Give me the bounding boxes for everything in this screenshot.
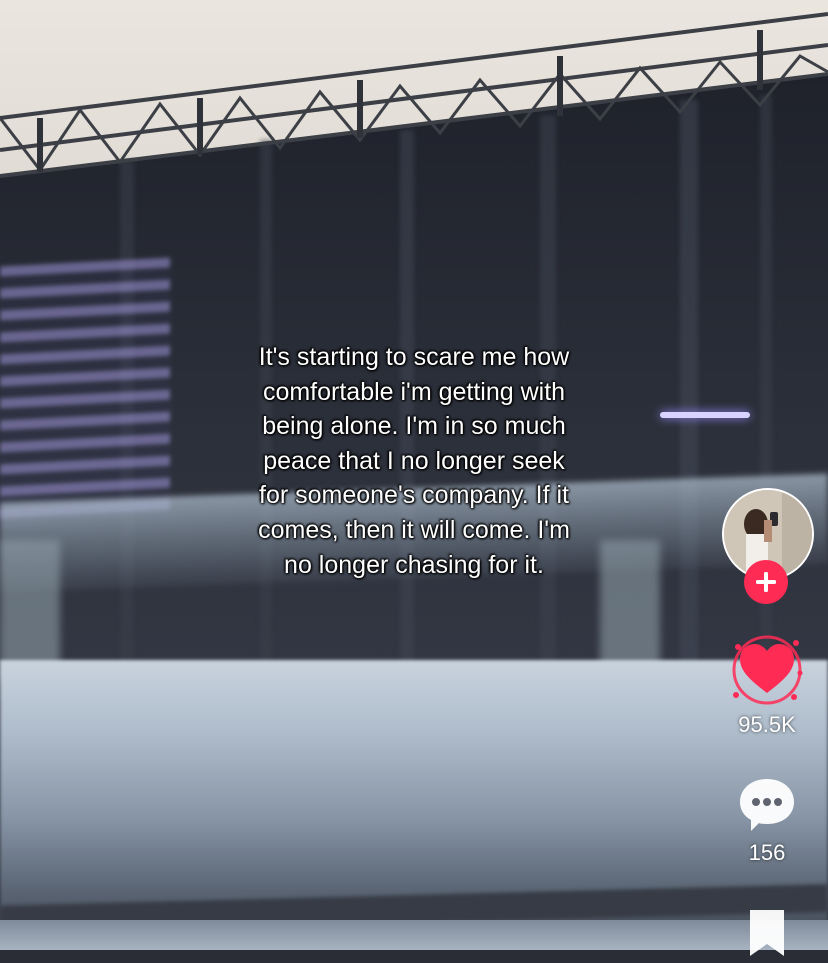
neon-light (660, 412, 750, 418)
video-caption: It's starting to scare me how comfortabl… (208, 340, 620, 582)
caption-line: being alone. I'm in so much (262, 412, 566, 441)
caption-line: comes, then it will come. I'm (258, 515, 570, 544)
heart-icon (732, 635, 803, 705)
caption-line: no longer chasing for it. (284, 550, 544, 579)
follow-button[interactable] (744, 560, 788, 604)
led-ticker-board (0, 257, 170, 527)
comment-button[interactable] (737, 776, 797, 834)
railing-post (0, 540, 60, 680)
foreground-bottom (0, 920, 828, 950)
comment-bubble-icon (740, 779, 794, 831)
caption-line: comfortable i'm getting with (262, 377, 566, 406)
plus-icon (756, 572, 776, 592)
comment-count: 156 (748, 840, 786, 865)
roof-truss (0, 12, 828, 178)
like-count: 95.5K (738, 712, 796, 737)
like-button[interactable] (730, 633, 804, 707)
bookmark-icon (750, 910, 784, 956)
caption-line: peace that I no longer seek (263, 446, 565, 475)
save-button[interactable] (746, 908, 788, 958)
caption-line: for someone's company. If it (259, 481, 569, 510)
caption-line: It's starting to scare me how (258, 343, 570, 371)
